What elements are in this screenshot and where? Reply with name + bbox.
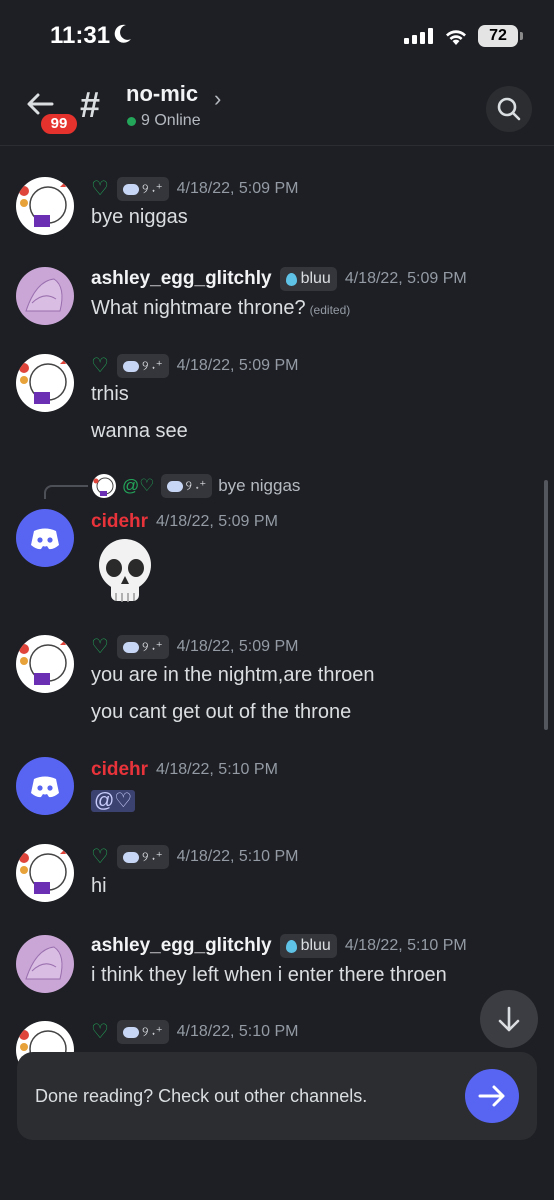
scrollbar[interactable] [544,480,548,730]
timestamp: 4/18/22, 5:09 PM [176,180,299,197]
skull-emoji[interactable] [94,537,156,607]
timestamp: 4/18/22, 5:09 PM [176,638,299,655]
cellular-signal-icon [404,28,433,44]
message-text: bye niggas [91,206,188,228]
message-text: What nightmare throne? (edited) [91,297,351,319]
arrow-down-icon [498,1006,520,1032]
message-header: ♡ ୨ ˖⁺ 4/18/22, 5:10 PM [91,844,298,870]
clan-tag: ୨ ˖⁺ [160,474,213,498]
search-button[interactable] [486,86,532,132]
cloud-icon [122,641,139,653]
message-list[interactable]: ♡ ୨ ˖⁺ 4/18/22, 5:09 PM bye niggas ashley… [0,147,554,1200]
search-icon [497,97,521,121]
username[interactable]: cidehr [91,759,148,781]
message-header: ♡ ୨ ˖⁺ 4/18/22, 5:10 PM [91,1019,298,1045]
user-nickname-heart[interactable]: ♡ [91,637,109,657]
timestamp: 4/18/22, 5:09 PM [156,513,278,530]
timestamp: 4/18/22, 5:10 PM [176,848,299,865]
water-drop-icon [285,939,297,953]
status-bar: 11:31 72 [0,0,554,70]
online-status-dot [127,117,136,126]
water-drop-icon [285,272,297,286]
channel-name[interactable]: no-mic [126,81,198,107]
message-header: ashley_egg_glitchly bluu 4/18/22, 5:10 P… [91,933,467,959]
user-nickname-heart[interactable]: ♡ [91,847,109,867]
discord-logo-icon [31,528,59,550]
reply-text: bye niggas [218,476,301,495]
banner-text: Done reading? Check out other channels. [35,1086,368,1106]
done-reading-banner[interactable]: Done reading? Check out other channels. [17,1052,537,1140]
clan-tag[interactable]: ୨ ˖⁺ [116,177,169,201]
discord-logo-icon [31,776,59,798]
cloud-icon [122,360,139,372]
arrow-right-icon [478,1085,505,1107]
status-time: 11:31 [50,22,111,49]
message-text: wanna see [91,420,188,442]
message-text: you cant get out of the throne [91,701,352,723]
channel-header: 99 # no-mic › 9 Online [0,70,554,146]
timestamp: 4/18/22, 5:09 PM [176,357,299,374]
timestamp: 4/18/22, 5:10 PM [156,761,278,778]
user-nickname-heart[interactable]: ♡ [91,356,109,376]
message-header: ♡ ୨ ˖⁺ 4/18/22, 5:09 PM [91,353,298,379]
message-header: ♡ ୨ ˖⁺ 4/18/22, 5:09 PM [91,634,298,660]
cloud-icon [122,1026,139,1038]
cloud-icon [122,183,139,195]
user-avatar[interactable] [16,844,74,902]
role-tag[interactable]: bluu [279,934,337,958]
message-text: you are in the nightm,are throen [91,664,375,686]
edited-label: (edited) [309,303,351,317]
reply-author-mention[interactable]: @♡ [122,476,155,496]
reply-connector [44,485,88,499]
message-text: hi [91,875,107,897]
online-count: 9 Online [141,112,201,129]
clan-tag[interactable]: ୨ ˖⁺ [116,845,169,869]
user-nickname-heart[interactable]: ♡ [91,1022,109,1042]
message-header: ♡ ୨ ˖⁺ 4/18/22, 5:09 PM [91,176,298,202]
username[interactable]: ashley_egg_glitchly [91,268,272,290]
battery-indicator: 72 [478,25,523,47]
message-text: trhis [91,383,129,405]
user-avatar[interactable] [16,935,74,993]
next-channel-button[interactable] [465,1069,519,1123]
user-mention[interactable]: @♡ [91,790,136,812]
message-header: ashley_egg_glitchly bluu 4/18/22, 5:09 P… [91,266,467,292]
clan-tag[interactable]: ୨ ˖⁺ [116,354,169,378]
timestamp: 4/18/22, 5:10 PM [176,1023,299,1040]
user-avatar[interactable] [16,635,74,693]
user-avatar[interactable] [16,757,74,815]
message-header: cidehr 4/18/22, 5:10 PM [91,757,278,783]
cloud-icon [166,480,183,492]
channel-hash-icon: # [80,84,101,125]
reply-avatar [92,474,116,498]
user-avatar[interactable] [16,267,74,325]
user-nickname-heart[interactable]: ♡ [91,179,109,199]
message-text: @♡ [91,788,136,813]
moon-icon [114,24,131,43]
unread-badge: 99 [38,111,80,137]
clan-tag[interactable]: ୨ ˖⁺ [116,1020,169,1044]
user-avatar[interactable] [16,354,74,412]
jump-to-present-button[interactable] [480,990,538,1048]
timestamp: 4/18/22, 5:09 PM [344,270,467,287]
username[interactable]: cidehr [91,511,148,533]
timestamp: 4/18/22, 5:10 PM [344,937,467,954]
wifi-icon [446,30,466,45]
message-header: cidehr 4/18/22, 5:09 PM [91,509,278,535]
chevron-right-icon[interactable]: › [214,86,221,112]
username[interactable]: ashley_egg_glitchly [91,935,272,957]
role-tag[interactable]: bluu [279,267,337,291]
cloud-icon [122,851,139,863]
reply-preview[interactable]: @♡ ୨ ˖⁺ bye niggas [92,473,300,499]
message-text: i think they left when i enter there thr… [91,964,447,986]
user-avatar[interactable] [16,177,74,235]
user-avatar[interactable] [16,509,74,567]
clan-tag[interactable]: ୨ ˖⁺ [116,635,169,659]
